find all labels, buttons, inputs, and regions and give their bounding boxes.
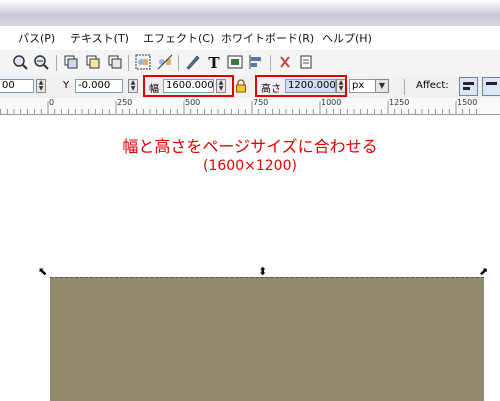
text-tool-icon[interactable]: T xyxy=(206,54,222,70)
ruler-label: 500 xyxy=(185,98,200,107)
group-icon[interactable] xyxy=(135,54,151,70)
scale-stroke-icon[interactable] xyxy=(459,77,478,96)
command-toolbar: T xyxy=(0,50,500,76)
chevron-down-icon[interactable]: ▼ xyxy=(375,79,389,93)
xml-editor-icon[interactable] xyxy=(277,54,293,70)
ruler-label: 1500 xyxy=(457,98,477,107)
clone-icon[interactable] xyxy=(85,54,101,70)
ruler-label: 1250 xyxy=(389,98,409,107)
lock-icon[interactable] xyxy=(235,79,247,93)
ungroup-icon[interactable] xyxy=(157,54,173,70)
horizontal-ruler: 0 250 500 750 1000 1250 1500 xyxy=(0,98,500,115)
resize-handle-top-right[interactable]: ⬈ xyxy=(479,266,488,277)
resize-handle-top[interactable]: ⬍ xyxy=(258,266,267,277)
menu-help[interactable]: ヘルプ(H) xyxy=(322,30,372,46)
ruler-label: 250 xyxy=(117,98,132,107)
menu-bar: パス(P) テキスト(T) エフェクト(C) ホワイトボード(R) ヘルプ(H) xyxy=(0,26,500,51)
toolbar-separator xyxy=(404,79,405,95)
page-rectangle[interactable] xyxy=(50,277,484,401)
align-icon[interactable] xyxy=(248,54,264,70)
toolbar-separator xyxy=(178,55,179,71)
width-highlight-box xyxy=(143,75,234,97)
node-edit-icon[interactable] xyxy=(185,54,201,70)
ruler-ticks xyxy=(0,98,500,114)
toolbar-separator xyxy=(128,55,129,71)
x-input[interactable]: 00 xyxy=(0,79,34,93)
ruler-label: 0 xyxy=(49,98,54,107)
toolbar-separator xyxy=(56,55,57,71)
duplicate-icon[interactable] xyxy=(63,54,79,70)
resize-handle-top-left[interactable]: ⬉ xyxy=(38,266,47,277)
ruler-label: 750 xyxy=(253,98,268,107)
menu-effect[interactable]: エフェクト(C) xyxy=(143,30,214,46)
menu-path[interactable]: パス(P) xyxy=(18,30,55,46)
preferences-icon[interactable] xyxy=(298,54,314,70)
x-spinner[interactable]: ▲▼ xyxy=(36,79,46,93)
annotation-title: 幅と高さをページサイズに合わせる xyxy=(0,133,500,157)
height-highlight-box xyxy=(255,75,347,97)
zoom-in-icon[interactable] xyxy=(12,54,28,70)
affect-label: Affect: xyxy=(416,80,449,91)
zoom-out-icon[interactable] xyxy=(33,54,49,70)
svg-text:T: T xyxy=(208,54,220,70)
menu-whiteboard[interactable]: ホワイトボード(R) xyxy=(221,30,314,46)
fill-stroke-icon[interactable] xyxy=(227,54,243,70)
y-input[interactable]: -0.000 xyxy=(75,79,123,93)
y-spinner[interactable]: ▲▼ xyxy=(128,79,138,93)
unit-value: px xyxy=(352,80,364,91)
ruler-label: 1000 xyxy=(321,98,341,107)
unlink-clone-icon[interactable] xyxy=(107,54,123,70)
menu-text[interactable]: テキスト(T) xyxy=(70,30,129,46)
property-bar: 00 ▲▼ Y -0.000 ▲▼ 幅 1600.000 ▲▼ 高さ 1200.… xyxy=(0,76,500,98)
y-label: Y xyxy=(63,80,69,91)
toolbar-separator xyxy=(270,55,271,71)
scale-corners-icon[interactable] xyxy=(482,77,500,96)
annotation-dimensions: (1600×1200) xyxy=(0,158,500,174)
window-titlebar xyxy=(0,0,500,26)
